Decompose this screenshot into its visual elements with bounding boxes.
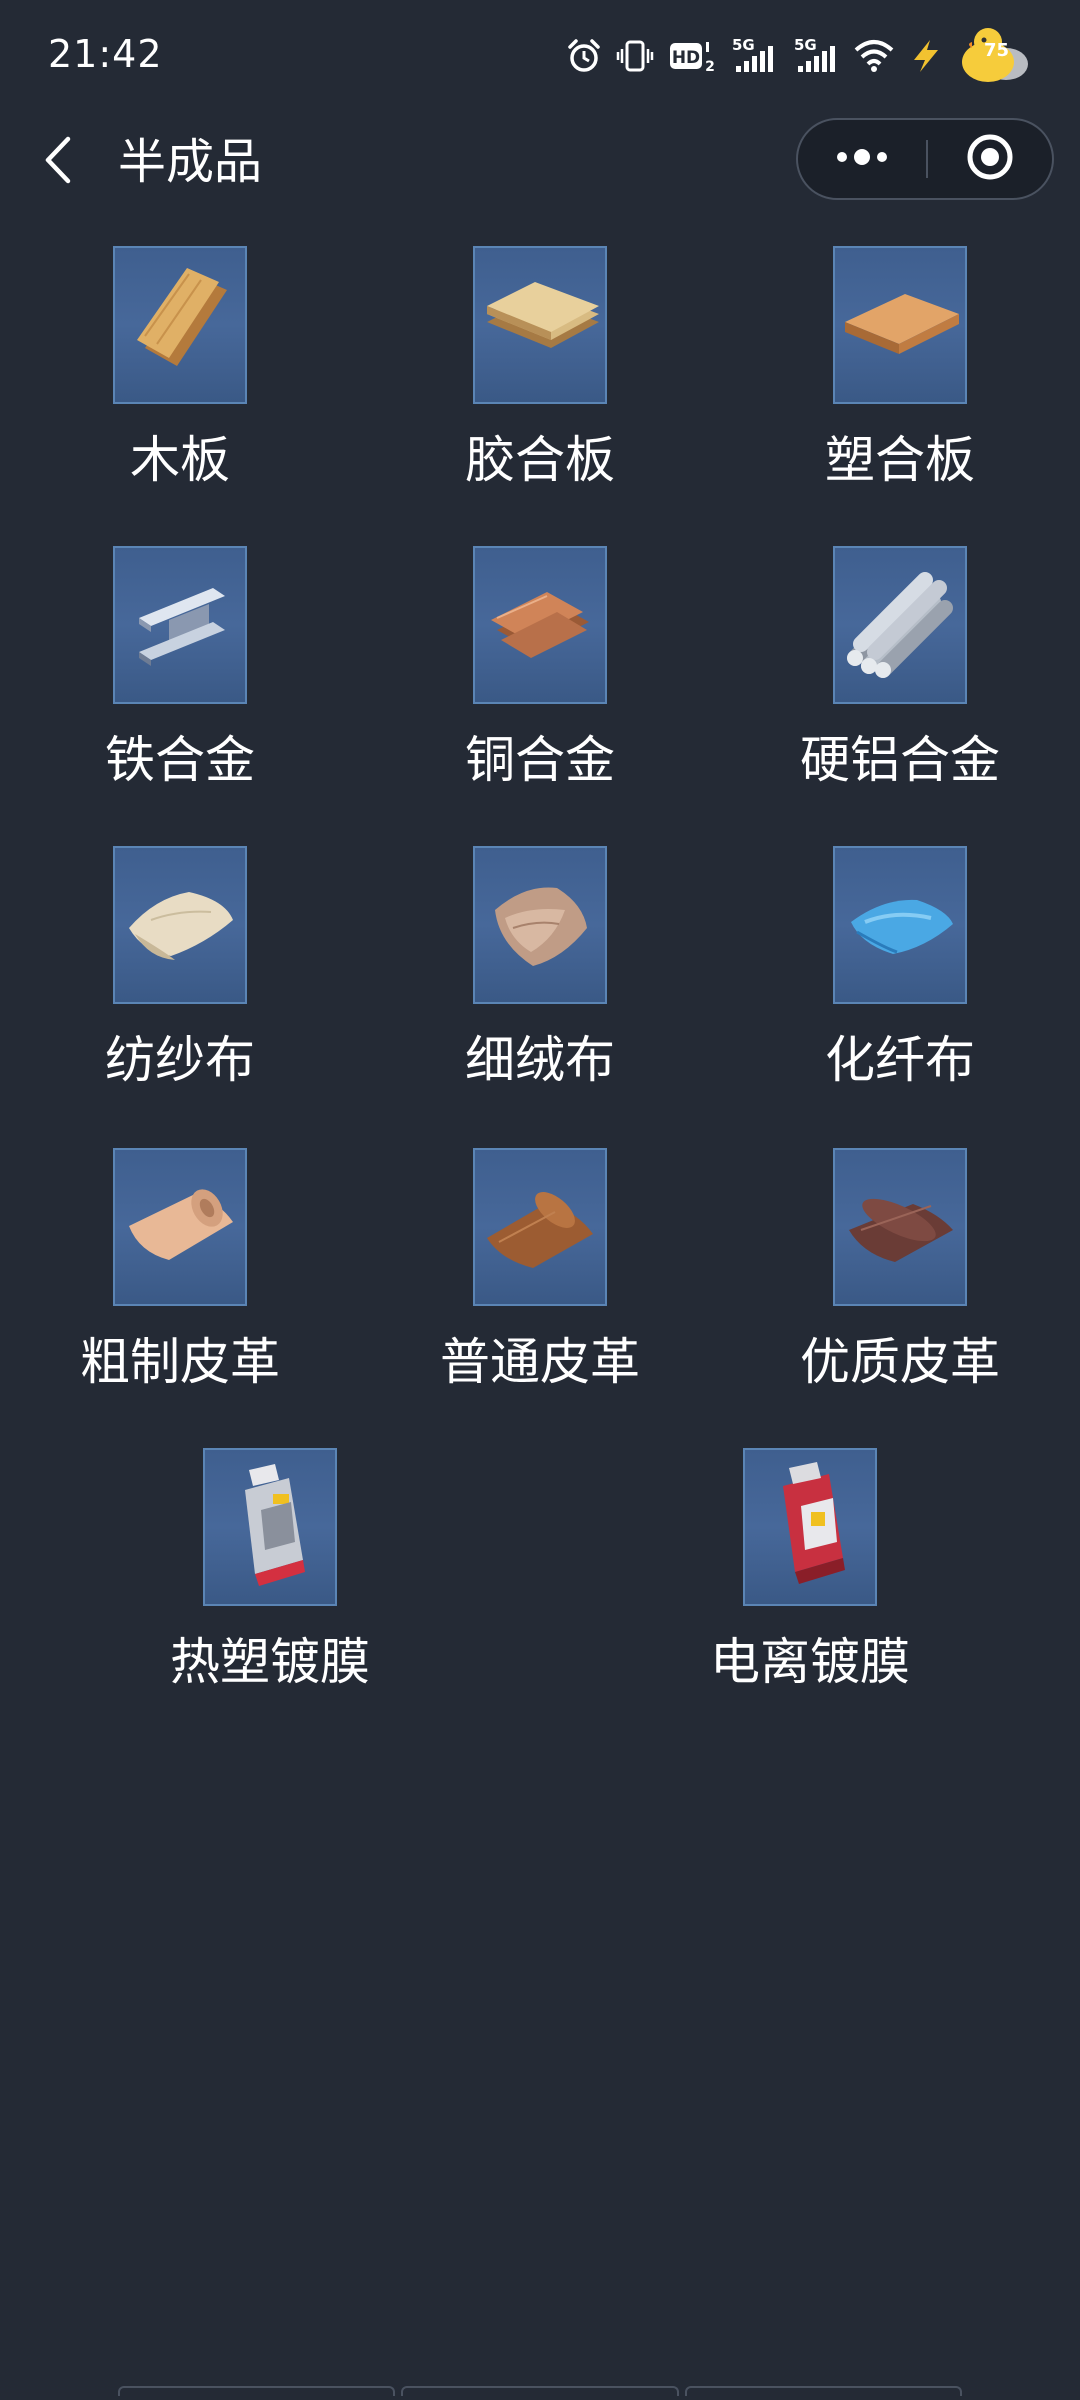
status-icons: HD 2 5G 5G 75 — [566, 26, 1030, 86]
rough-leather-icon — [113, 1148, 247, 1306]
hd-icon: HD 2 — [668, 38, 716, 74]
grid-item[interactable]: 优质皮革 — [770, 1148, 1030, 1438]
charging-icon — [908, 38, 944, 74]
item-label: 铜合金 — [465, 731, 615, 789]
item-label: 胶合板 — [465, 431, 615, 489]
battery-level: 75 — [984, 40, 1010, 61]
bottom-segment — [401, 2386, 679, 2396]
grid-item[interactable]: 铜合金 — [410, 546, 670, 836]
grid-item[interactable]: 木板 — [50, 246, 310, 536]
grid-item[interactable]: 粗制皮革 — [50, 1148, 310, 1438]
item-label: 化纤布 — [825, 1031, 975, 1089]
item-label: 普通皮革 — [440, 1333, 640, 1391]
signal-icon: 5G — [730, 36, 778, 76]
grid-item[interactable]: 电离镀膜 — [680, 1448, 940, 1738]
grid-item[interactable]: 纺纱布 — [50, 846, 310, 1136]
svg-text:2: 2 — [705, 59, 715, 74]
item-label: 硬铝合金 — [800, 731, 1000, 789]
svg-text:HD: HD — [672, 48, 700, 68]
status-time: 21:42 — [48, 32, 163, 76]
vibrate-icon — [616, 38, 654, 74]
back-button[interactable] — [30, 130, 86, 194]
item-label: 粗制皮革 — [80, 1333, 280, 1391]
status-bar: 21:42 HD 2 5G 5G 75 — [0, 0, 1080, 112]
grid-item[interactable]: 化纤布 — [770, 846, 1030, 1136]
item-label: 热塑镀膜 — [170, 1633, 370, 1691]
signal-icon: 5G — [792, 36, 840, 76]
wood-plank-icon — [113, 246, 247, 404]
grid-item[interactable]: 普通皮革 — [410, 1148, 670, 1438]
wifi-icon — [854, 38, 894, 74]
synthetic-cloth-icon — [833, 846, 967, 1004]
more-dots-icon — [834, 147, 890, 171]
grid-item[interactable]: 铁合金 — [50, 546, 310, 836]
thermoplastic-coating-icon — [203, 1448, 337, 1606]
mini-program-capsule — [796, 118, 1054, 200]
item-label: 木板 — [130, 431, 230, 489]
ionized-coating-icon — [743, 1448, 877, 1606]
cotton-cloth-icon — [113, 846, 247, 1004]
copper-sheet-icon — [473, 546, 607, 704]
iron-beam-icon — [113, 546, 247, 704]
item-label: 铁合金 — [105, 731, 255, 789]
item-label: 电离镀膜 — [710, 1633, 910, 1691]
target-circle-icon — [965, 132, 1015, 186]
item-label: 塑合板 — [825, 431, 975, 489]
close-button[interactable] — [928, 120, 1052, 198]
grid-item[interactable]: 细绒布 — [410, 846, 670, 1136]
grid-item[interactable]: 胶合板 — [410, 246, 670, 536]
svg-text:5G: 5G — [794, 36, 817, 54]
alarm-icon — [566, 38, 602, 74]
grid-item[interactable]: 塑合板 — [770, 246, 1030, 536]
leather-icon — [473, 1148, 607, 1306]
battery-duck-icon: 75 — [958, 26, 1030, 86]
more-button[interactable] — [798, 120, 926, 198]
particleboard-icon — [833, 246, 967, 404]
chevron-left-icon — [42, 135, 74, 189]
item-label: 优质皮革 — [800, 1333, 1000, 1391]
bottom-home-indicator — [118, 2386, 962, 2400]
fine-leather-icon — [833, 1148, 967, 1306]
bottom-segment — [118, 2386, 396, 2396]
plywood-icon — [473, 246, 607, 404]
page-title: 半成品 — [118, 134, 263, 190]
grid-item[interactable]: 硬铝合金 — [770, 546, 1030, 836]
grid-item[interactable]: 热塑镀膜 — [140, 1448, 400, 1738]
svg-text:5G: 5G — [732, 36, 755, 54]
item-label: 纺纱布 — [105, 1031, 255, 1089]
bottom-segment — [684, 2386, 962, 2396]
nav-bar: 半成品 — [0, 112, 1080, 212]
item-label: 细绒布 — [465, 1031, 615, 1089]
aluminum-rods-icon — [833, 546, 967, 704]
fine-cloth-icon — [473, 846, 607, 1004]
